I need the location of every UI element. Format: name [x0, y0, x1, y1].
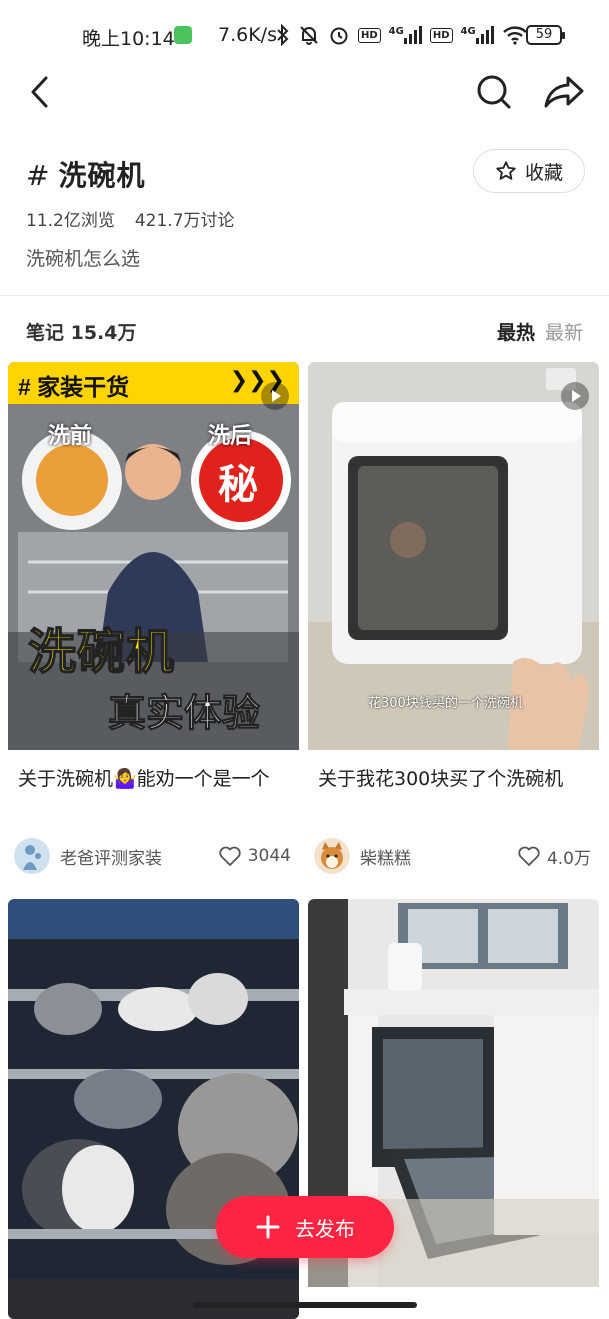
topic-name: 洗碗机: [58, 159, 146, 192]
sort-new-tab[interactable]: 最新: [545, 322, 583, 344]
alarm-icon: [330, 27, 348, 45]
status-time: 晚上10:14: [82, 28, 175, 50]
network-type-1: 4G: [388, 26, 404, 37]
heart-icon: [219, 846, 241, 866]
plus-icon: [256, 1215, 280, 1239]
topic-subtitle[interactable]: 洗碗机怎么选: [26, 244, 140, 271]
wifi-icon: [502, 26, 527, 45]
author-name[interactable]: 老爸评测家装: [60, 844, 218, 869]
like-count: 4.0万: [546, 848, 591, 869]
video-play-badge: [261, 382, 289, 410]
note-meta: 老爸评测家装 3044: [14, 836, 291, 876]
note-title: 关于洗碗机🤷‍♀️能劝一个是一个: [18, 768, 270, 790]
notes-header: 笔记 15.4万 最热 最新: [0, 296, 609, 362]
like-button[interactable]: 3044: [218, 845, 291, 867]
signal-icon-2: 4G: [461, 26, 494, 44]
heart-icon: [518, 846, 540, 866]
notes-feed: # 家装干货 ❯❯❯ 洗前 洗后 秘 洗碗机 真实体验 关于洗碗机🤷‍♀️能劝一…: [0, 362, 609, 1319]
topic-header: # 洗碗机 收藏 11.2亿浏览 421.7万讨论 洗碗机怎么选: [0, 130, 609, 296]
view-count: 11.2亿浏览: [26, 211, 115, 231]
publish-button[interactable]: 去发布: [216, 1196, 394, 1258]
play-icon: [572, 390, 581, 402]
note-title: 关于我花300块买了个洗碗机: [318, 768, 564, 790]
hd-badge-2: HD: [429, 27, 453, 43]
cover-before-label: 洗前: [48, 424, 93, 449]
search-icon[interactable]: [474, 72, 514, 112]
cover-banner-text: # 家装干货: [18, 374, 130, 400]
note-card[interactable]: 花300块钱买的一个洗碗机 关于我花300块买了个洗碗机 柴糕糕 4.0万: [308, 362, 599, 893]
cover-after-label: 洗后: [208, 424, 253, 449]
cover-subheadline: 真实体验: [107, 691, 261, 736]
favorite-label: 收藏: [524, 161, 563, 184]
status-icons: HD 4G HD 4G: [276, 24, 528, 46]
hashtag-symbol: #: [26, 159, 51, 192]
signal-icon-1: 4G: [389, 26, 422, 44]
favorite-button[interactable]: 收藏: [473, 149, 585, 193]
sort-tabs: 最热 最新: [497, 318, 583, 345]
hd-badge-1: HD: [358, 27, 381, 43]
back-icon[interactable]: [22, 72, 62, 112]
top-nav: [0, 70, 609, 130]
network-type-2: 4G: [460, 26, 476, 37]
author-name[interactable]: 柴糕糕: [360, 844, 517, 869]
discussion-count: 421.7万讨论: [134, 211, 235, 231]
publish-label: 去发布: [295, 1216, 355, 1241]
note-cover-image: # 家装干货 ❯❯❯ 洗前 洗后 秘 洗碗机 真实体验: [8, 362, 299, 750]
play-icon: [272, 390, 281, 402]
mute-bell-icon: [300, 26, 318, 45]
status-bar: 晚上10:14 7.6K/s HD 4G HD 4G 59: [0, 0, 609, 70]
like-count: 3044: [247, 846, 291, 866]
app-notification-icon: [174, 26, 192, 44]
note-card[interactable]: # 家装干货 ❯❯❯ 洗前 洗后 秘 洗碗机 真实体验 关于洗碗机🤷‍♀️能劝一…: [8, 362, 299, 893]
topic-stats: 11.2亿浏览 421.7万讨论: [26, 206, 235, 231]
cover-secret-label: 秘: [218, 462, 258, 508]
notes-count: 笔记 15.4万: [26, 322, 137, 344]
like-button[interactable]: 4.0万: [517, 844, 591, 869]
note-meta: 柴糕糕 4.0万: [314, 836, 591, 876]
cover-caption: 花300块钱买的一个洗碗机: [368, 696, 523, 711]
bluetooth-icon: [277, 24, 289, 46]
share-icon[interactable]: [542, 72, 586, 112]
note-cover-image: 花300块钱买的一个洗碗机: [308, 362, 599, 750]
star-icon: [496, 161, 516, 180]
topic-title: # 洗碗机: [26, 154, 145, 194]
network-speed: 7.6K/s: [218, 24, 277, 46]
author-avatar: [314, 838, 350, 874]
cover-headline: 洗碗机: [27, 623, 176, 681]
author-avatar: [14, 838, 50, 874]
battery-icon: 59: [526, 25, 565, 45]
home-indicator[interactable]: [193, 1302, 417, 1308]
video-play-badge: [561, 382, 589, 410]
sort-hot-tab[interactable]: 最热: [497, 322, 535, 344]
